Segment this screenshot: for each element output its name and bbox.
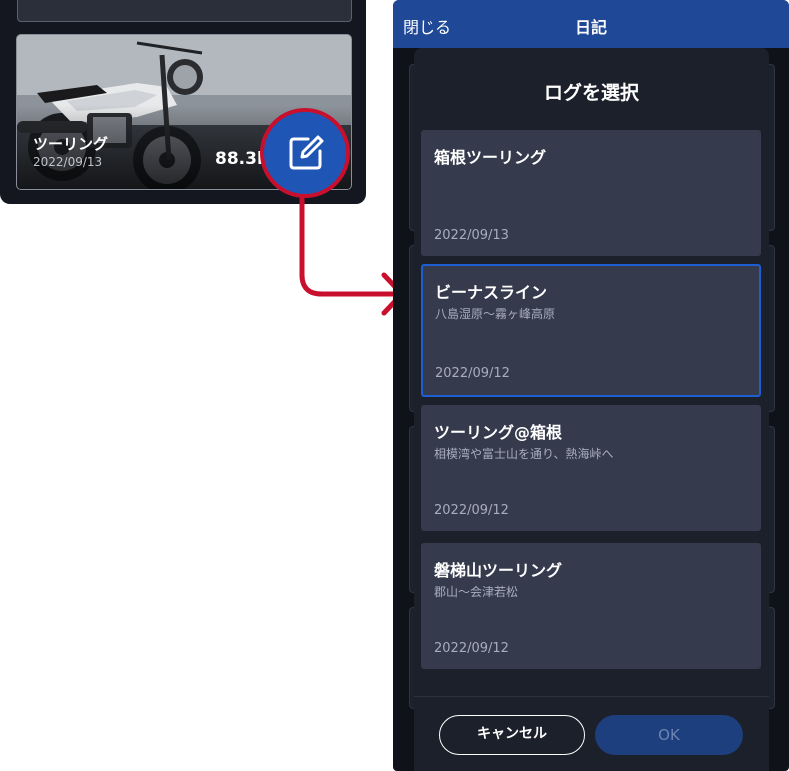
nav-title: 日記 bbox=[574, 18, 607, 37]
log-item-title: 箱根ツーリング bbox=[434, 148, 547, 167]
log-item-title: ビーナスライン bbox=[435, 283, 548, 302]
diary-screen: 閉じる 日記 ログを選択 箱根ツーリング 2022/09/13 ビーナスライン … bbox=[393, 0, 789, 771]
edit-icon bbox=[289, 135, 324, 170]
log-item[interactable]: 箱根ツーリング 2022/09/13 bbox=[421, 130, 761, 256]
nav-bar: 閉じる 日記 bbox=[393, 0, 789, 48]
log-card-previous[interactable] bbox=[17, 0, 352, 22]
card-title: ツーリング bbox=[33, 135, 109, 153]
modal-title: ログを選択 bbox=[543, 82, 639, 104]
select-log-modal: ログを選択 箱根ツーリング 2022/09/13 ビーナスライン 八島湿原〜霧ヶ… bbox=[414, 48, 769, 771]
card-date: 2022/09/13 bbox=[33, 155, 103, 169]
cancel-button[interactable]: キャンセル bbox=[439, 715, 585, 755]
log-item-title: 磐梯山ツーリング bbox=[434, 561, 563, 580]
arrow-right-icon bbox=[299, 196, 405, 316]
log-item[interactable]: ツーリング@箱根 相模湾や富士山を通り、熱海峠へ 2022/09/12 bbox=[421, 405, 761, 531]
log-item-title: ツーリング@箱根 bbox=[434, 423, 563, 442]
log-item-date: 2022/09/12 bbox=[435, 366, 510, 381]
log-item[interactable]: 磐梯山ツーリング 郡山〜会津若松 2022/09/12 bbox=[421, 543, 761, 669]
log-item-subtitle: 八島湿原〜霧ヶ峰高原 bbox=[435, 307, 556, 321]
log-item-subtitle: 郡山〜会津若松 bbox=[434, 585, 519, 599]
log-item-date: 2022/09/12 bbox=[434, 503, 509, 518]
ok-button[interactable]: OK bbox=[595, 715, 743, 755]
log-item-subtitle: 相模湾や富士山を通り、熱海峠へ bbox=[434, 447, 614, 461]
log-item-selected[interactable]: ビーナスライン 八島湿原〜霧ヶ峰高原 2022/09/12 bbox=[421, 264, 761, 397]
log-item-date: 2022/09/13 bbox=[434, 228, 509, 243]
log-item-date: 2022/09/12 bbox=[434, 641, 509, 656]
